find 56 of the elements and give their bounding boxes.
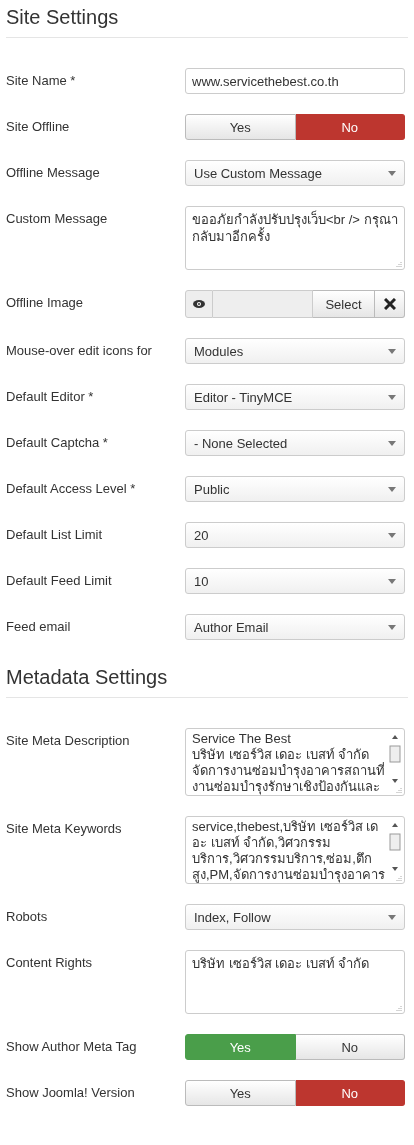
select-dropdown[interactable]: Author Email xyxy=(185,614,405,640)
field-label: Site Offline xyxy=(6,118,71,134)
toggle-option[interactable]: No xyxy=(295,1080,405,1106)
caret-icon xyxy=(388,348,396,354)
section-heading: Site Settings xyxy=(6,0,408,38)
select-button[interactable]: Select xyxy=(313,290,375,318)
textarea-field[interactable]: บริษัท เซอร์วิส เดอะ เบสท์ จำกัด xyxy=(185,950,405,1014)
select-dropdown[interactable]: Public xyxy=(185,476,405,502)
select-dropdown[interactable]: 10 xyxy=(185,568,405,594)
select-dropdown[interactable]: Editor - TinyMCE xyxy=(185,384,405,410)
field-label: Show Joomla! Version xyxy=(6,1084,136,1100)
caret-icon xyxy=(388,394,396,400)
field-label: Mouse-over edit icons for xyxy=(6,342,153,358)
select-dropdown[interactable]: Modules xyxy=(185,338,405,364)
textarea-field[interactable]: ขออภัยกำลังปรับปรุงเว็บ<br /> กรุณา กลับมาอีกครั้ง xyxy=(185,206,405,270)
field-label: Default List Limit xyxy=(6,526,104,542)
caret-icon xyxy=(388,532,396,538)
caret-icon xyxy=(388,624,396,630)
select-dropdown[interactable]: - None Selected xyxy=(185,430,405,456)
resize-grip-icon xyxy=(396,1005,402,1011)
close-icon[interactable] xyxy=(375,290,405,318)
field-label: Offline Message xyxy=(6,164,101,180)
field-label: Site Name * xyxy=(6,72,77,88)
eye-icon[interactable] xyxy=(185,290,213,318)
select-dropdown[interactable]: Use Custom Message xyxy=(185,160,405,186)
field-label: Site Meta Keywords xyxy=(6,820,123,836)
image-path-field[interactable] xyxy=(213,290,313,318)
caret-icon xyxy=(388,578,396,584)
field-label: Default Editor * xyxy=(6,388,95,404)
toggle-option[interactable]: Yes xyxy=(185,1080,296,1106)
field-label: Custom Message xyxy=(6,210,109,226)
toggle-option[interactable]: Yes xyxy=(185,114,296,140)
toggle-option[interactable]: No xyxy=(295,114,405,140)
resize-grip-icon xyxy=(396,261,402,267)
caret-icon xyxy=(388,440,396,446)
field-label: Default Access Level * xyxy=(6,480,137,496)
caret-icon xyxy=(388,486,396,492)
section-heading: Metadata Settings xyxy=(6,660,408,698)
caret-icon xyxy=(388,170,396,176)
textarea-field[interactable]: Service The Best บริษัท เซอร์วิส เดอะ เบสท์ จำกัด จัดการงานซ่อมบำรุงอาคารสถานที่ งานซ่อมบำรุงรักษาเชิงป้องกันและ xyxy=(185,728,405,796)
caret-icon xyxy=(388,914,396,920)
field-label: Site Meta Description xyxy=(6,732,131,748)
textarea-field[interactable]: service,thebest,บริษัท เซอร์วิส เด อะ เบสท์ จำกัด,วิศวกรรม บริการ,วิศวกรรมบริการ,ซ่อม,ตึก สูง,PM,จัดการงานซ่อมบำรุงอาคาร xyxy=(185,816,405,884)
field-label: Offline Image xyxy=(6,294,85,310)
field-label: Robots xyxy=(6,908,49,924)
resize-grip-icon xyxy=(396,875,402,881)
field-label: Feed email xyxy=(6,618,72,634)
resize-grip-icon xyxy=(396,787,402,793)
select-dropdown[interactable]: Index, Follow xyxy=(185,904,405,930)
field-label: Default Captcha * xyxy=(6,434,109,450)
field-label: Default Feed Limit xyxy=(6,572,113,588)
toggle-option[interactable]: No xyxy=(295,1034,405,1060)
select-dropdown[interactable]: 20 xyxy=(185,522,405,548)
field-label: Content Rights xyxy=(6,954,93,970)
text-field[interactable]: www.servicethebest.co.th xyxy=(185,68,405,94)
field-label: Show Author Meta Tag xyxy=(6,1038,138,1054)
